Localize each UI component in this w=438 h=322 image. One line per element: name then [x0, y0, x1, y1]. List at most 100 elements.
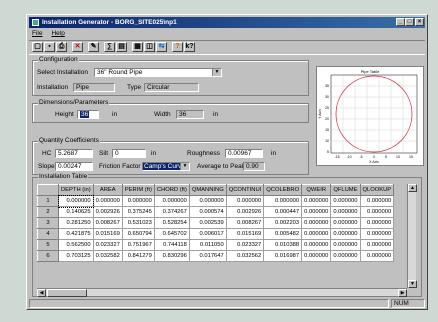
- horizontal-scrollbar[interactable]: ◀ ▶: [37, 288, 407, 297]
- row-number[interactable]: 2: [37, 206, 59, 218]
- table-cell[interactable]: 0.002926: [225, 206, 265, 218]
- print-icon[interactable]: ⎙: [56, 42, 67, 52]
- table-cell[interactable]: 0.528254: [153, 217, 190, 229]
- table-cell[interactable]: 0.562500: [58, 239, 94, 251]
- table-cell[interactable]: 0.000000: [301, 195, 332, 207]
- row-number[interactable]: 5: [37, 239, 59, 251]
- column-header[interactable]: PERIM (ft): [121, 184, 155, 196]
- table-cell[interactable]: 0.000574: [188, 206, 227, 218]
- table-cell[interactable]: 0.421875: [58, 228, 94, 240]
- column-header[interactable]: QCONTINUI: [225, 184, 265, 196]
- table-cell[interactable]: 0.000000: [330, 250, 361, 262]
- close-button[interactable]: ×: [415, 18, 424, 26]
- layers-icon[interactable]: ◫: [144, 42, 155, 52]
- table-cell[interactable]: 0.023327: [92, 239, 123, 251]
- vertical-scrollbar[interactable]: ▲ ▼: [407, 184, 417, 288]
- table-cell[interactable]: 0.841279: [121, 250, 155, 262]
- scroll-thumb[interactable]: [47, 289, 87, 297]
- scroll-left-icon[interactable]: ◀: [37, 289, 46, 297]
- table-cell[interactable]: 0.375245: [121, 206, 155, 218]
- table-row[interactable]: 5 0.562500 0.023327 0.751967 0.744118 0.01105…: [37, 239, 395, 251]
- row-number[interactable]: 3: [37, 217, 59, 229]
- slope-field[interactable]: 0.00247: [55, 162, 93, 171]
- save-icon[interactable]: ▪: [44, 42, 55, 52]
- table-cell[interactable]: 0.000000: [330, 228, 361, 240]
- table-cell[interactable]: 0.000447: [263, 206, 303, 218]
- table-row[interactable]: 1 0.000000 0.000000 0.000000 0.000000 0.00000…: [37, 194, 395, 208]
- table-cell[interactable]: 0.000000: [359, 250, 395, 262]
- edit-icon[interactable]: ✎: [88, 42, 99, 52]
- table-cell[interactable]: 0.000000: [301, 206, 332, 218]
- table-cell[interactable]: 0.005482: [263, 228, 303, 240]
- table-cell[interactable]: 0.010388: [263, 239, 303, 251]
- height-field[interactable]: 36: [77, 110, 99, 119]
- table-row[interactable]: 4 0.421875 0.015169 0.650794 0.645702 0.00601…: [37, 228, 395, 240]
- minimize-button[interactable]: _: [396, 18, 405, 26]
- table-cell[interactable]: 0.000000: [359, 217, 395, 229]
- roughness-field[interactable]: 0.00967: [225, 149, 263, 158]
- table-cell[interactable]: 0.011050: [188, 239, 227, 251]
- table-cell[interactable]: 0.000000: [330, 239, 361, 251]
- installation-select[interactable]: 36" Round Pipe ▼: [94, 68, 222, 77]
- table-cell[interactable]: 0.000000: [263, 195, 303, 207]
- maximize-button[interactable]: □: [405, 18, 414, 26]
- table-cell[interactable]: 0.000000: [301, 239, 332, 251]
- table-cell[interactable]: 0.703125: [58, 250, 94, 262]
- table-cell[interactable]: 0.000000: [301, 250, 332, 262]
- context-help-icon[interactable]: k?: [184, 42, 195, 52]
- column-header[interactable]: QFLUME: [330, 184, 361, 196]
- row-number[interactable]: 6: [37, 250, 59, 262]
- table-cell[interactable]: 0.008267: [92, 217, 123, 229]
- delete-icon[interactable]: ✕: [72, 42, 83, 52]
- table-cell[interactable]: 0.000000: [330, 206, 361, 218]
- table-cell[interactable]: 0.008267: [225, 217, 265, 229]
- column-header[interactable]: DEPTH (in): [58, 184, 94, 196]
- table-cell[interactable]: 0.645702: [153, 228, 190, 240]
- table-cell[interactable]: 0.016987: [263, 250, 303, 262]
- table-cell[interactable]: 0.015169: [225, 228, 265, 240]
- table-cell[interactable]: 0.000000: [359, 195, 395, 207]
- scroll-up-icon[interactable]: ▲: [408, 184, 417, 192]
- help-icon[interactable]: ?: [172, 42, 183, 52]
- table-cell[interactable]: 0.000000: [330, 195, 361, 207]
- table-cell[interactable]: 0.140625: [58, 206, 94, 218]
- row-number[interactable]: 1: [37, 195, 59, 207]
- friction-select[interactable]: Camp's Curve ▼: [142, 162, 190, 171]
- column-header[interactable]: QMANNING: [188, 184, 227, 196]
- chevron-down-icon[interactable]: ▼: [180, 163, 189, 170]
- hc-field[interactable]: 5.2687: [55, 149, 93, 158]
- table-cell[interactable]: 0.015169: [92, 228, 123, 240]
- table-row[interactable]: 3 0.281250 0.008267 0.531023 0.528254 0.00253…: [37, 217, 395, 229]
- table-cell[interactable]: 0.002203: [263, 217, 303, 229]
- table-cell[interactable]: 0.531023: [121, 217, 155, 229]
- table-cell[interactable]: 0.000000: [57, 194, 95, 208]
- export-icon[interactable]: ⇆: [156, 42, 167, 52]
- table-cell[interactable]: 0.006017: [188, 228, 227, 240]
- column-header[interactable]: AREA: [92, 184, 123, 196]
- table-row[interactable]: 6 0.703125 0.032582 0.841279 0.830296 0.01764…: [37, 250, 395, 262]
- table-cell[interactable]: 0.032562: [225, 250, 265, 262]
- menu-help[interactable]: Help: [51, 30, 64, 37]
- title-bar[interactable]: Installation Generator - BORG_SITE025\np…: [29, 17, 425, 28]
- table-cell[interactable]: 0.000000: [225, 195, 265, 207]
- menu-file[interactable]: File: [32, 30, 42, 37]
- table-cell[interactable]: 0.023327: [225, 239, 265, 251]
- table-cell[interactable]: 0.650794: [121, 228, 155, 240]
- table-icon[interactable]: ▤: [116, 42, 127, 52]
- table-row[interactable]: 2 0.140625 0.002926 0.375245 0.374267 0.00057…: [37, 206, 395, 218]
- column-header[interactable]: QCOLEBRO: [263, 184, 303, 196]
- table-cell[interactable]: 0.000000: [92, 195, 123, 207]
- calc-icon[interactable]: ∑: [104, 42, 115, 52]
- chevron-down-icon[interactable]: ▼: [212, 69, 221, 76]
- table-cell[interactable]: 0.000000: [121, 195, 155, 207]
- scroll-down-icon[interactable]: ▼: [408, 280, 417, 288]
- table-cell[interactable]: 0.281250: [58, 217, 94, 229]
- new-icon[interactable]: ▢: [32, 42, 43, 52]
- table-cell[interactable]: 0.017647: [188, 250, 227, 262]
- column-header[interactable]: CHORD (ft): [153, 184, 190, 196]
- row-number[interactable]: 4: [37, 228, 59, 240]
- table-cell[interactable]: 0.002539: [188, 217, 227, 229]
- table-cell[interactable]: 0.002926: [92, 206, 123, 218]
- table-cell[interactable]: 0.744118: [153, 239, 190, 251]
- table-cell[interactable]: 0.751967: [121, 239, 155, 251]
